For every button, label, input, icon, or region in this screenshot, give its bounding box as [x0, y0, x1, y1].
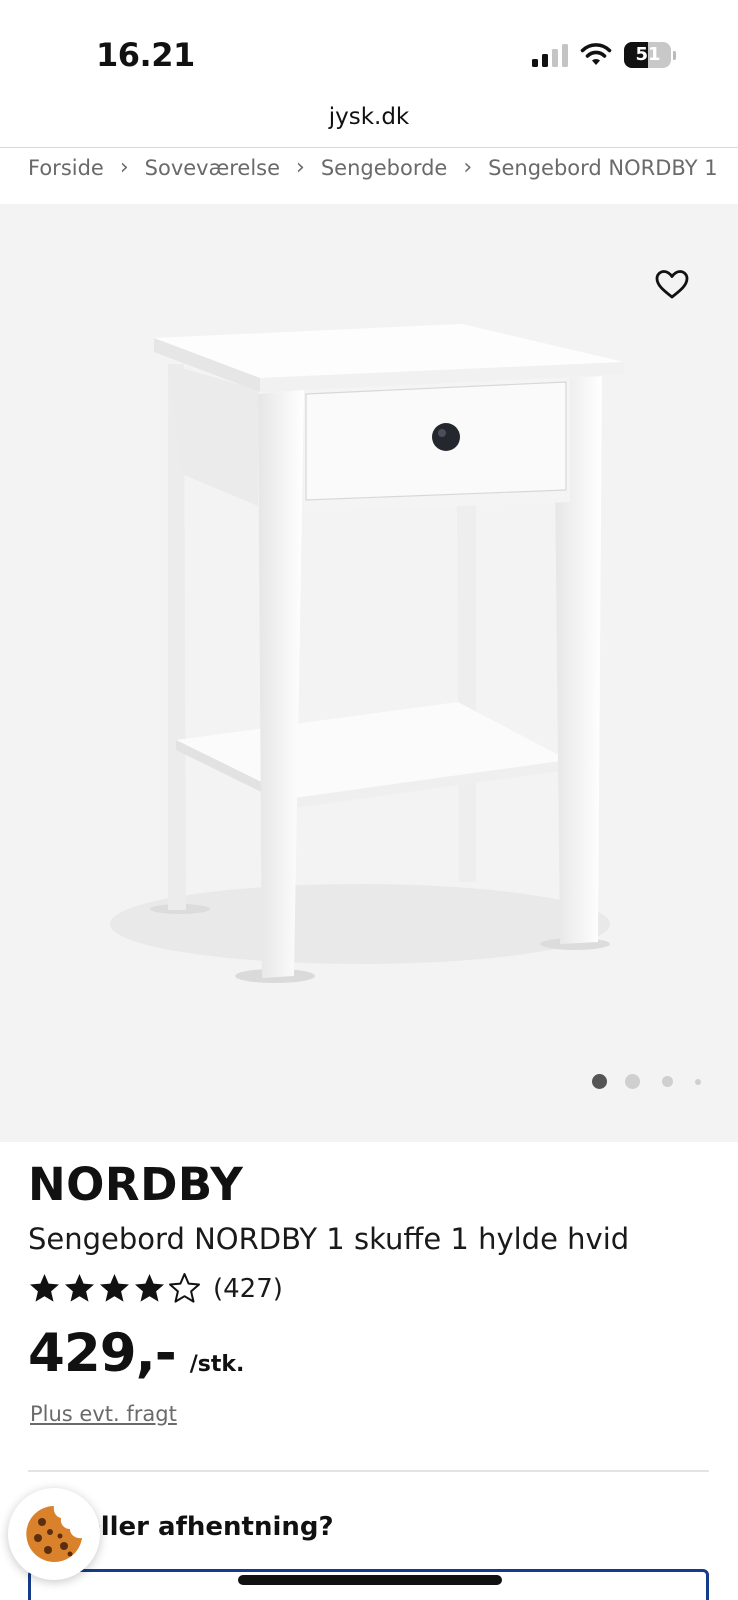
star-filled-icon — [65, 1274, 94, 1302]
product-image — [110, 324, 624, 983]
breadcrumb: Forside › Soveværelse › Sengeborde › Sen… — [28, 148, 738, 188]
favorite-button[interactable] — [650, 262, 694, 306]
wifi-icon — [580, 43, 612, 65]
status-time: 16.21 — [96, 36, 195, 74]
price-unit: /stk. — [189, 1352, 245, 1377]
battery-percent: 51 — [635, 44, 661, 65]
breadcrumb-separator: › — [296, 154, 305, 180]
status-bar: 16.21 51 — [0, 0, 738, 110]
star-filled-icon — [135, 1274, 164, 1302]
home-indicator[interactable] — [238, 1575, 502, 1585]
battery-indicator: 51 — [624, 42, 676, 68]
status-indicators: 51 — [532, 40, 676, 70]
breadcrumb-link-current-product[interactable]: Sengebord NORDBY 1 — [488, 156, 717, 180]
price-row: 429,- /stk. — [28, 1323, 244, 1384]
product-rating[interactable]: (427) — [28, 1272, 283, 1305]
cellular-signal-icon — [532, 43, 568, 67]
heart-icon — [655, 270, 689, 299]
product-image-gallery[interactable] — [0, 204, 738, 1142]
address-bar[interactable]: jysk.dk — [0, 104, 738, 144]
breadcrumb-separator: › — [463, 154, 473, 180]
product-title: Sengebord NORDBY 1 skuffe 1 hylde hvid — [28, 1222, 630, 1256]
gallery-dot[interactable] — [592, 1074, 607, 1089]
breadcrumb-link-sovevaerelse[interactable]: Soveværelse — [145, 156, 280, 180]
rating-stars — [28, 1272, 201, 1305]
product-brand: NORDBY — [28, 1158, 244, 1211]
star-empty-icon — [169, 1273, 200, 1303]
gallery-dot[interactable] — [695, 1078, 701, 1085]
breadcrumb-separator: › — [119, 154, 129, 180]
address-bar-url: jysk.dk — [328, 104, 410, 130]
breadcrumb-link-forside[interactable]: Forside — [28, 156, 104, 180]
gallery-dot[interactable] — [625, 1074, 640, 1089]
section-divider — [28, 1470, 709, 1472]
product-price: 429,- — [28, 1323, 177, 1384]
star-filled-icon — [30, 1274, 59, 1302]
cookie-icon — [26, 1506, 83, 1562]
review-count: (427) — [213, 1273, 283, 1304]
gallery-dot[interactable] — [662, 1076, 673, 1087]
cookie-settings-button[interactable] — [8, 1488, 100, 1580]
star-filled-icon — [100, 1274, 129, 1302]
breadcrumb-link-sengeborde[interactable]: Sengeborde — [321, 156, 448, 180]
shipping-note-link[interactable]: Plus evt. fragt — [30, 1402, 177, 1426]
gallery-pagination — [572, 1074, 701, 1089]
